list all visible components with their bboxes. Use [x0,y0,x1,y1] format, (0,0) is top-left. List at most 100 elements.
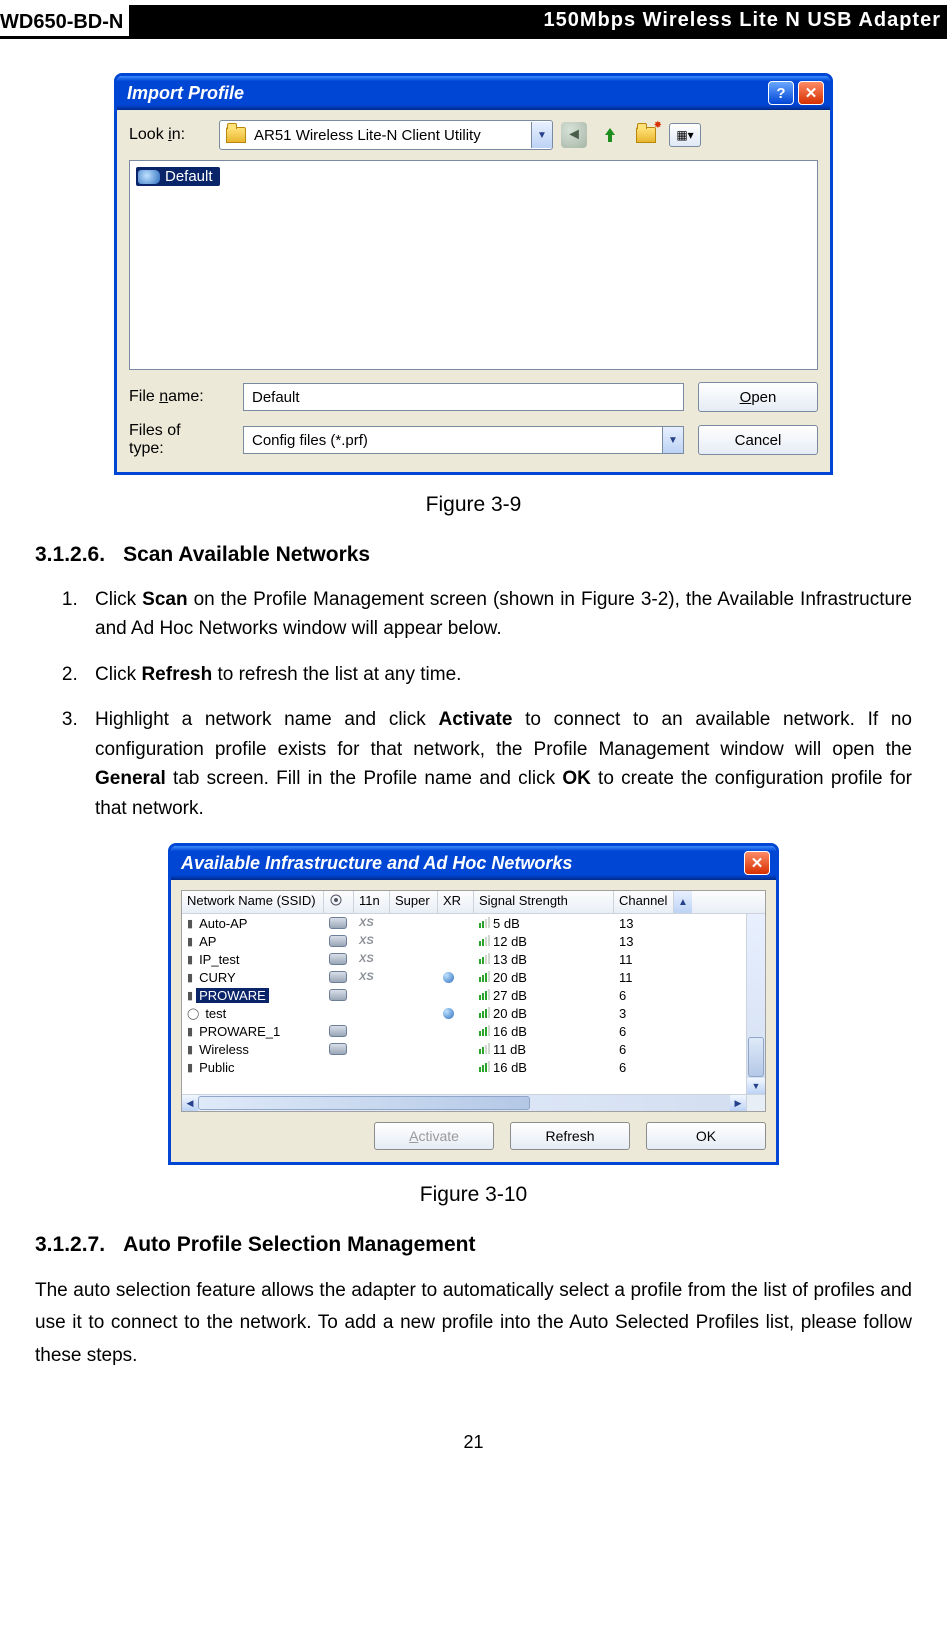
section-heading: 3.1.2.7.Auto Profile Selection Managemen… [35,1233,912,1257]
table-row[interactable]: ▮APXS 12 dB13 [182,932,746,950]
table-header-row: Network Name (SSID) 11n Super XR Signal … [182,891,765,914]
network-type-icon: ▮ [187,1043,193,1056]
network-type-icon: ▮ [187,971,193,984]
scrollbar-thumb[interactable] [198,1096,530,1110]
col-super[interactable]: Super [390,891,438,913]
cancel-button[interactable]: Cancel [698,425,818,455]
table-row[interactable]: ▮IP_test XS 13 dB 11 [182,950,746,968]
channel-value: 11 [614,952,674,967]
filetype-combo[interactable]: Config files (*.prf) ▼ [243,426,684,454]
ssid-value: test [202,1006,229,1021]
figure-caption: Figure 3-9 [426,493,522,517]
network-type-icon: ▮ [187,1061,193,1074]
channel-value: 13 [614,934,674,949]
channel-value: 3 [614,1006,674,1021]
ssid-value: Wireless [196,1042,252,1057]
signal-db: 20 dB [493,1006,527,1021]
channel-value: 13 [614,916,674,931]
dialog-title: Import Profile [127,83,764,104]
help-button[interactable]: ? [768,81,794,105]
xs-badge: XS [359,917,374,929]
scroll-up-icon[interactable]: ▲ [674,891,692,913]
signal-bars-icon [479,1006,490,1021]
table-row[interactable]: ▮Public 16 dB6 [182,1058,746,1076]
figure-caption: Figure 3-10 [420,1183,527,1207]
col-xr[interactable]: XR [438,891,474,913]
security-icon [329,1025,347,1037]
filename-input[interactable]: Default [243,383,684,411]
refresh-button[interactable]: Refresh [510,1122,630,1150]
col-security-icon[interactable] [324,891,354,913]
network-type-icon: ▮ [187,917,193,930]
signal-db: 13 dB [493,952,527,967]
channel-value: 6 [614,1060,674,1075]
ok-button[interactable]: OK [646,1122,766,1150]
security-icon [329,953,347,965]
security-icon [329,989,347,1001]
folder-icon [226,127,246,143]
model-number: WD650-BD-N [0,11,129,36]
open-button[interactable]: Open [698,382,818,412]
scrollbar-thumb[interactable] [748,1037,764,1077]
available-networks-dialog: Available Infrastructure and Ad Hoc Netw… [168,843,779,1165]
col-ssid[interactable]: Network Name (SSID) [182,891,324,913]
col-signal[interactable]: Signal Strength [474,891,614,913]
channel-value: 6 [614,1024,674,1039]
signal-db: 12 dB [493,934,527,949]
back-icon[interactable]: ◄ [561,122,587,148]
table-row[interactable]: ◯test 20 dB3 [182,1004,746,1022]
scroll-right-icon[interactable]: ▶ [730,1095,746,1111]
ssid-value: Auto-AP [196,916,250,931]
up-one-level-icon[interactable] [597,122,623,148]
security-icon [329,935,347,947]
close-button[interactable]: ✕ [744,851,770,875]
col-11n[interactable]: 11n [354,891,390,913]
table-row[interactable]: ▮Wireless 11 dB6 [182,1040,746,1058]
dialog-titlebar[interactable]: Import Profile ? ✕ [117,76,830,110]
table-row[interactable]: ▮PROWARE 27 dB6 [182,986,746,1004]
ssid-value: AP [196,934,219,949]
chevron-down-icon[interactable]: ▼ [662,427,683,453]
step-3: Highlight a network name and click Activ… [83,705,912,823]
signal-bars-icon [479,970,490,985]
signal-db: 5 dB [493,916,520,931]
network-type-icon: ▮ [187,953,193,966]
activate-button[interactable]: Activate [374,1122,494,1150]
vertical-scrollbar[interactable]: ▼ [746,914,765,1094]
signal-db: 16 dB [493,1024,527,1039]
ssid-value: Public [196,1060,237,1075]
scroll-down-icon[interactable]: ▼ [747,1078,765,1094]
new-folder-icon[interactable]: ✸ [633,122,659,148]
table-row[interactable]: ▮CURYXS 20 dB11 [182,968,746,986]
table-row[interactable]: ▮Auto-AP XS 5 dB 13 [182,914,746,932]
profile-file-icon [138,170,160,184]
signal-bars-icon [479,1060,490,1075]
file-item-default[interactable]: Default [136,167,220,186]
ssid-value: CURY [196,970,239,985]
dialog-title: Available Infrastructure and Ad Hoc Netw… [181,853,740,874]
page-header: WD650-BD-N 150Mbps Wireless Lite N USB A… [0,0,947,39]
signal-bars-icon [479,934,490,949]
horizontal-scrollbar[interactable]: ◀ ▶ [182,1094,765,1111]
xr-icon [443,972,454,983]
scroll-left-icon[interactable]: ◀ [182,1095,198,1111]
xs-badge: XS [359,953,374,965]
security-icon [329,917,347,929]
filename-label: File name: [129,388,219,406]
chevron-down-icon[interactable]: ▼ [531,122,552,148]
dialog-titlebar[interactable]: Available Infrastructure and Ad Hoc Netw… [171,846,776,880]
section-paragraph: The auto selection feature allows the ad… [35,1275,912,1372]
file-list-area[interactable]: Default [129,160,818,370]
step-1: Click Scan on the Profile Management scr… [83,585,912,644]
col-channel[interactable]: Channel [614,891,674,913]
table-row[interactable]: ▮PROWARE_1 16 dB6 [182,1022,746,1040]
close-button[interactable]: ✕ [798,81,824,105]
ssid-value: IP_test [196,952,242,967]
ssid-value: PROWARE [196,988,269,1003]
lookin-combo[interactable]: AR51 Wireless Lite-N Client Utility ▼ [219,120,553,150]
xs-badge: XS [359,935,374,947]
view-menu-icon[interactable]: ▦▾ [669,123,701,147]
signal-db: 27 dB [493,988,527,1003]
signal-db: 11 dB [493,1042,526,1057]
page-number: 21 [35,1432,912,1453]
